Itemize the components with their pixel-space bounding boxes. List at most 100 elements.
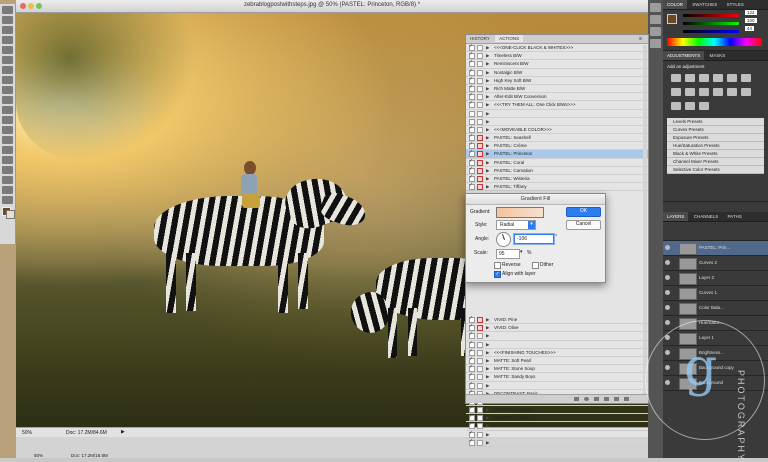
brightness-adjustment-icon[interactable] <box>671 74 681 82</box>
action-enable-checkbox[interactable] <box>469 44 475 51</box>
dialog-toggle-icon[interactable] <box>477 333 483 340</box>
angle-input[interactable]: -106 <box>514 234 554 244</box>
action-row[interactable]: ▶ <box>466 382 648 390</box>
action-enable-checkbox[interactable] <box>469 414 475 422</box>
expand-triangle-icon[interactable]: ▶ <box>486 175 489 182</box>
dialog-toggle-icon[interactable] <box>477 184 483 191</box>
preset-exposure[interactable]: Exposure Presets <box>667 134 764 142</box>
preset-curves[interactable]: Curves Presets <box>667 126 764 134</box>
zoom-level[interactable]: 50% <box>22 430 32 436</box>
tab-channels[interactable]: CHANNELS <box>690 212 723 221</box>
action-row[interactable]: ▶ PASTEL: Seashell <box>466 134 648 143</box>
action-enable-checkbox[interactable] <box>469 183 475 191</box>
expand-triangle-icon[interactable]: ▶ <box>486 439 489 446</box>
action-row[interactable]: ▶ Reminiscent B/W <box>466 60 648 69</box>
layer-blend-controls[interactable] <box>663 222 768 241</box>
expand-triangle-icon[interactable]: ▶ <box>486 316 489 323</box>
action-row[interactable]: ▶ MATTE: Soft Pearl <box>466 357 648 366</box>
gradient-tool-icon[interactable] <box>2 116 13 124</box>
action-row[interactable]: ▶ <<<FINISHING TOUCHES>>> <box>466 349 648 357</box>
action-enable-checkbox[interactable] <box>469 60 475 68</box>
action-enable-checkbox[interactable] <box>469 324 475 332</box>
dialog-toggle-icon[interactable] <box>477 69 483 76</box>
action-row[interactable]: ▶ MATTE: Stone Soup <box>466 365 648 374</box>
action-enable-checkbox[interactable] <box>469 77 475 84</box>
visibility-eye-icon[interactable] <box>665 290 670 295</box>
dialog-toggle-icon[interactable] <box>477 135 483 142</box>
expand-triangle-icon[interactable]: ▶ <box>486 332 489 339</box>
action-enable-checkbox[interactable] <box>469 85 475 92</box>
curves-adjustment-icon[interactable] <box>699 74 709 82</box>
action-row[interactable]: ▶ After-Edit B/W Conversion <box>466 93 648 102</box>
action-row[interactable]: ▶ Nostalgic B/W <box>466 69 648 77</box>
blue-value[interactable]: 44 <box>745 26 755 31</box>
action-enable-checkbox[interactable] <box>469 357 475 364</box>
black-white-adjustment-icon[interactable] <box>685 88 695 96</box>
action-enable-checkbox[interactable] <box>469 167 475 174</box>
expand-triangle-icon[interactable]: ▶ <box>486 110 489 117</box>
color-swatches-icon[interactable] <box>2 207 15 219</box>
status-menu-arrow-icon[interactable]: ▶ <box>121 429 125 435</box>
history-brush-tool-icon[interactable] <box>2 96 13 104</box>
dialog-toggle-icon[interactable] <box>477 143 483 150</box>
expand-triangle-icon[interactable]: ▶ <box>486 69 489 76</box>
record-icon[interactable] <box>584 397 589 401</box>
zoom-tool-icon[interactable] <box>2 196 13 204</box>
action-row[interactable]: ▶ <box>466 332 648 341</box>
dialog-toggle-icon[interactable] <box>477 94 483 101</box>
blur-tool-icon[interactable] <box>2 126 13 134</box>
dialog-toggle-icon[interactable] <box>477 341 483 348</box>
action-row[interactable]: ▶ PASTEL: Carnation <box>466 167 648 175</box>
dialog-toggle-icon[interactable] <box>477 110 483 117</box>
character-panel-icon[interactable] <box>650 39 661 48</box>
action-enable-checkbox[interactable] <box>469 431 475 438</box>
action-row[interactable]: ▶ <<<ONE-CLICK BLACK & WHITES>>> <box>466 44 648 53</box>
green-value[interactable]: 100 <box>745 18 757 23</box>
dither-checkbox[interactable] <box>532 262 539 269</box>
action-enable-checkbox[interactable] <box>469 150 475 158</box>
action-enable-checkbox[interactable] <box>469 373 475 381</box>
expand-triangle-icon[interactable]: ▶ <box>486 365 489 372</box>
action-row[interactable]: ▶ Rich Matte B/W <box>466 85 648 94</box>
expand-triangle-icon[interactable]: ▶ <box>486 324 489 331</box>
tab-layers[interactable]: LAYERS <box>663 212 689 221</box>
posterize-adjustment-icon[interactable] <box>741 88 751 96</box>
angle-dial[interactable] <box>496 232 511 247</box>
expand-triangle-icon[interactable]: ▶ <box>486 85 489 92</box>
action-enable-checkbox[interactable] <box>469 134 475 142</box>
layer-row[interactable]: Curves 2 <box>663 256 768 271</box>
gradient-map-adjustment-icon[interactable] <box>685 102 695 110</box>
visibility-eye-icon[interactable] <box>665 260 670 265</box>
action-row[interactable]: ▶ MATTE: Sandy Boys <box>466 373 648 382</box>
expand-triangle-icon[interactable]: ▶ <box>486 159 489 166</box>
action-row[interactable]: ▶ <box>466 110 648 118</box>
dialog-toggle-icon[interactable] <box>477 126 483 133</box>
action-enable-checkbox[interactable] <box>469 142 475 150</box>
expand-triangle-icon[interactable]: ▶ <box>486 101 489 108</box>
style-select[interactable]: Radial ▾ <box>496 220 536 230</box>
foreground-color-icon[interactable] <box>667 14 677 24</box>
expand-triangle-icon[interactable]: ▶ <box>486 349 489 356</box>
photo-filter-adjustment-icon[interactable] <box>699 88 709 96</box>
crop-tool-icon[interactable] <box>2 46 13 54</box>
move-tool-icon[interactable] <box>2 6 13 14</box>
red-slider[interactable] <box>683 14 739 17</box>
exposure-adjustment-icon[interactable] <box>713 74 723 82</box>
healing-tool-icon[interactable] <box>2 66 13 74</box>
dialog-toggle-icon[interactable] <box>477 407 483 414</box>
shape-tool-icon[interactable] <box>2 176 13 184</box>
dialog-toggle-icon[interactable] <box>477 366 483 373</box>
tab-paths[interactable]: PATHS <box>723 212 745 221</box>
expand-triangle-icon[interactable]: ▶ <box>486 431 489 438</box>
dialog-toggle-icon[interactable] <box>477 431 483 438</box>
marquee-tool-icon[interactable] <box>2 16 13 24</box>
tab-styles[interactable]: STYLES <box>723 0 748 9</box>
tab-masks[interactable]: MASKS <box>706 51 730 60</box>
action-row[interactable]: ▶ <box>466 431 648 439</box>
action-enable-checkbox[interactable] <box>469 93 475 101</box>
expand-triangle-icon[interactable]: ▶ <box>486 150 489 157</box>
action-row[interactable]: ▶ PASTEL: Créme <box>466 142 648 151</box>
expand-triangle-icon[interactable]: ▶ <box>486 93 489 100</box>
action-row[interactable]: ▶ VIVID: Olive <box>466 324 648 333</box>
preset-black-white[interactable]: Black & White Presets <box>667 150 764 158</box>
